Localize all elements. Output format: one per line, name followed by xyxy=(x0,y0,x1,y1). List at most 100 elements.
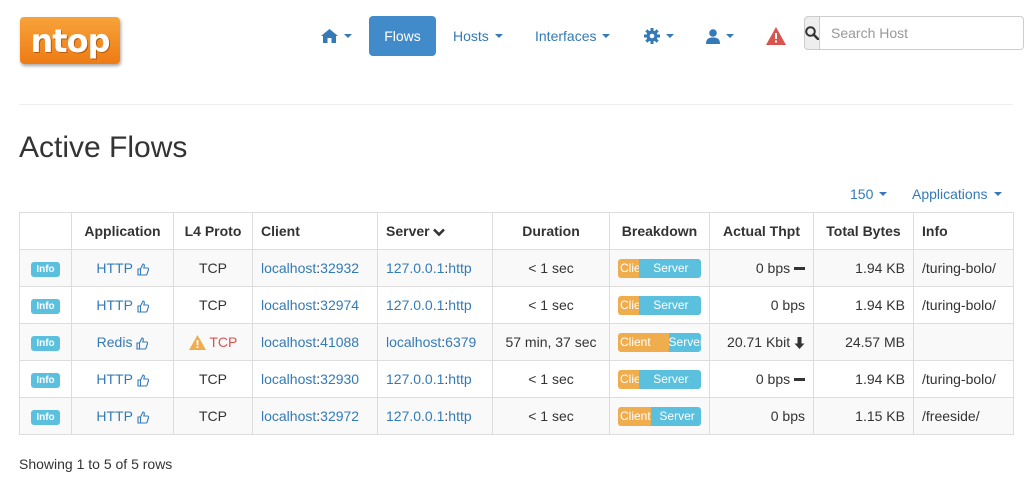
client-host-link[interactable]: localhost xyxy=(261,371,316,387)
cell-application: HTTP xyxy=(71,397,174,435)
cell-info xyxy=(913,323,1014,361)
cell-info: /turing-bolo/ xyxy=(913,286,1014,324)
col-header-total-bytes[interactable]: Total Bytes xyxy=(813,212,914,250)
header-divider xyxy=(19,104,1013,105)
info-button[interactable]: Info xyxy=(31,299,60,314)
cell-breakdown: Client Server xyxy=(609,323,710,361)
nav-user-dropdown[interactable] xyxy=(706,16,734,56)
breakdown-bar: Client Server xyxy=(618,369,701,389)
application-link[interactable]: HTTP xyxy=(96,371,132,387)
application-link[interactable]: HTTP xyxy=(96,297,132,313)
arrow-down-icon xyxy=(794,337,805,350)
cell-l4-proto: TCP xyxy=(173,323,253,361)
server-host-link[interactable]: 127.0.0.1 xyxy=(386,371,444,387)
col-header-server-label: Server xyxy=(386,223,430,239)
breakdown-server-segment: Server xyxy=(638,295,701,315)
client-host-link[interactable]: localhost xyxy=(261,334,316,350)
application-link[interactable]: HTTP xyxy=(96,408,132,424)
breakdown-bar: Client Server xyxy=(618,406,701,426)
search-button[interactable] xyxy=(804,16,820,50)
info-button[interactable]: Info xyxy=(31,373,60,388)
page-title: Active Flows xyxy=(19,131,188,164)
cell-breakdown: Client Server xyxy=(609,360,710,398)
client-host-link[interactable]: localhost xyxy=(261,297,316,313)
breakdown-client-label: Client xyxy=(620,261,639,275)
nav-home-dropdown[interactable] xyxy=(321,16,352,56)
cell-client: localhost:32974 xyxy=(252,286,378,324)
cell-duration: < 1 sec xyxy=(492,249,610,287)
nav-hosts-dropdown[interactable]: Hosts xyxy=(453,16,503,56)
server-host-link[interactable]: 127.0.0.1 xyxy=(386,408,444,424)
client-port-link[interactable]: 32930 xyxy=(320,371,359,387)
col-header-application[interactable]: Application xyxy=(71,212,174,250)
l4-proto-text: TCP xyxy=(199,408,227,424)
warning-triangle-icon xyxy=(766,27,786,45)
server-port-link[interactable]: 6379 xyxy=(445,334,476,350)
info-button[interactable]: Info xyxy=(31,262,60,277)
breakdown-client-label: Client xyxy=(620,298,639,312)
info-button[interactable]: Info xyxy=(31,336,60,351)
server-host-link[interactable]: 127.0.0.1 xyxy=(386,260,444,276)
cell-actions: Info xyxy=(19,286,72,324)
client-port-link[interactable]: 32932 xyxy=(320,260,359,276)
col-header-duration[interactable]: Duration xyxy=(492,212,610,250)
cell-breakdown: Client Server xyxy=(609,397,710,435)
col-header-server[interactable]: Server xyxy=(377,212,493,250)
cell-actual-thpt: 0 bps xyxy=(709,397,814,435)
client-host-link[interactable]: localhost xyxy=(261,260,316,276)
col-header-l4-proto[interactable]: L4 Proto xyxy=(173,212,253,250)
application-link[interactable]: Redis xyxy=(97,334,133,350)
client-host-link[interactable]: localhost xyxy=(261,408,316,424)
breakdown-server-segment: Server xyxy=(638,258,701,278)
home-icon xyxy=(321,29,338,43)
cell-actions: Info xyxy=(19,360,72,398)
applications-filter-dropdown[interactable]: Applications xyxy=(912,184,1002,204)
page-size-dropdown[interactable]: 150 xyxy=(850,184,888,204)
breakdown-bar: Client Server xyxy=(618,332,701,352)
thumbs-up-icon xyxy=(136,337,149,350)
server-port-link[interactable]: http xyxy=(448,371,471,387)
client-port-link[interactable]: 41088 xyxy=(320,334,359,350)
cell-l4-proto: TCP xyxy=(173,360,253,398)
breakdown-server-label: Server xyxy=(653,298,689,312)
thpt-value: 0 bps xyxy=(755,371,791,387)
server-host-link[interactable]: localhost xyxy=(386,334,441,350)
client-port-link[interactable]: 32972 xyxy=(320,408,359,424)
cell-actual-thpt: 0 bps xyxy=(709,249,814,287)
breakdown-server-segment: Server xyxy=(638,369,701,389)
breakdown-server-label: Server xyxy=(653,372,689,386)
cell-total-bytes: 1.94 KB xyxy=(813,249,914,287)
l4-proto-text: TCP xyxy=(199,297,227,313)
client-port-link[interactable]: 32974 xyxy=(320,297,359,313)
server-port-link[interactable]: http xyxy=(448,408,471,424)
col-header-actual-thpt[interactable]: Actual Thpt xyxy=(709,212,814,250)
table-header-row: Application L4 Proto Client Server Durat… xyxy=(19,212,1014,250)
nav-settings-dropdown[interactable] xyxy=(644,16,674,56)
cell-server: localhost:6379 xyxy=(377,323,493,361)
cell-server: 127.0.0.1:http xyxy=(377,249,493,287)
cell-duration: < 1 sec xyxy=(492,360,610,398)
table-row: Info HTTP TCP localhost:32972 127.0.0.1:htt… xyxy=(19,397,1014,435)
cell-total-bytes: 1.94 KB xyxy=(813,360,914,398)
info-button[interactable]: Info xyxy=(31,410,60,425)
ntop-logo[interactable]: ntop xyxy=(20,17,120,64)
nav-interfaces-dropdown[interactable]: Interfaces xyxy=(535,16,611,56)
cell-application: HTTP xyxy=(71,249,174,287)
server-port-link[interactable]: http xyxy=(448,260,471,276)
search-host-input[interactable] xyxy=(820,16,1024,50)
col-header-info[interactable]: Info xyxy=(913,212,1014,250)
cell-duration: 57 min, 37 sec xyxy=(492,323,610,361)
table-row: Info Redis TCP localhost:41088 localhost:63… xyxy=(19,323,1014,361)
nav-flows[interactable]: Flows xyxy=(369,16,436,56)
thumbs-up-icon xyxy=(137,263,149,276)
user-icon xyxy=(706,28,720,44)
nav-alerts[interactable] xyxy=(766,16,786,56)
col-header-client[interactable]: Client xyxy=(252,212,378,250)
application-link[interactable]: HTTP xyxy=(96,260,132,276)
cell-info: /turing-bolo/ xyxy=(913,360,1014,398)
server-host-link[interactable]: 127.0.0.1 xyxy=(386,297,444,313)
col-header-breakdown[interactable]: Breakdown xyxy=(609,212,710,250)
nav-interfaces-label: Interfaces xyxy=(535,28,597,44)
cell-info: /freeside/ xyxy=(913,397,1014,435)
server-port-link[interactable]: http xyxy=(448,297,471,313)
